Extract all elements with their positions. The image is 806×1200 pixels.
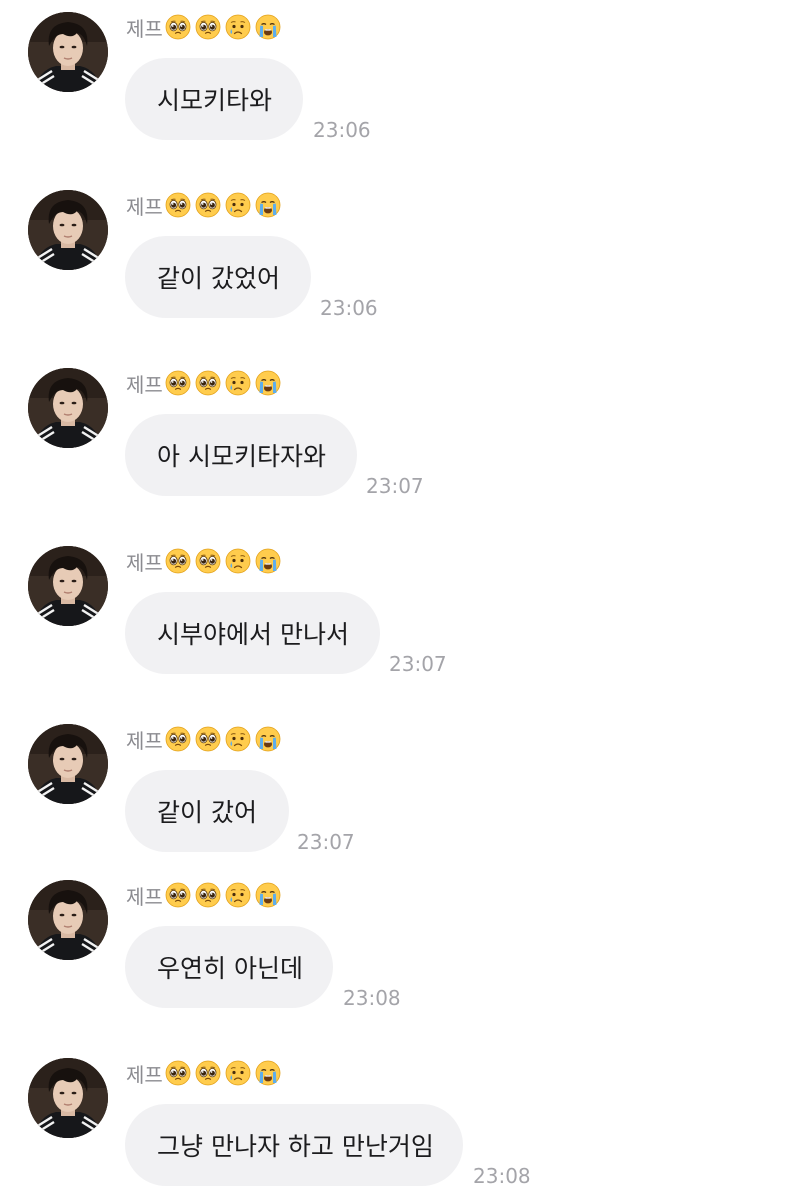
- sender-name: 제프: [126, 372, 163, 397]
- avatar[interactable]: [28, 190, 108, 270]
- pleading-face-icon: [165, 192, 191, 218]
- avatar[interactable]: [28, 546, 108, 626]
- sender-name: 제프: [126, 550, 163, 575]
- loudly-crying-face-icon: [255, 370, 281, 396]
- message-text: 같이 갔어: [157, 798, 257, 827]
- chat-message: 제프 같이 갔었어 23:06: [0, 190, 806, 330]
- crying-face-icon: [225, 548, 251, 574]
- pleading-face-icon: [165, 548, 191, 574]
- pleading-face-icon: [165, 726, 191, 752]
- crying-face-icon: [225, 14, 251, 40]
- message-timestamp: 23:06: [320, 296, 378, 320]
- avatar[interactable]: [28, 368, 108, 448]
- message-timestamp: 23:07: [366, 474, 424, 498]
- message-timestamp: 23:08: [343, 986, 401, 1010]
- crying-face-icon: [225, 726, 251, 752]
- loudly-crying-face-icon: [255, 548, 281, 574]
- sender-name-row: 제프: [126, 544, 285, 578]
- avatar[interactable]: [28, 12, 108, 92]
- sender-name-row: 제프: [126, 722, 285, 756]
- sender-name-row: 제프: [126, 878, 285, 912]
- crying-face-icon: [225, 882, 251, 908]
- pleading-face-icon: [165, 370, 191, 396]
- sender-name: 제프: [126, 194, 163, 219]
- message-text: 우연히 아닌데: [157, 954, 303, 983]
- message-bubble[interactable]: 시모키타와: [125, 58, 303, 140]
- pleading-face-icon: [195, 192, 221, 218]
- message-bubble[interactable]: 그냥 만나자 하고 만난거임: [125, 1104, 463, 1186]
- pleading-face-icon: [195, 14, 221, 40]
- avatar[interactable]: [28, 1058, 108, 1138]
- chat-message: 제프 아 시모키타자와 23:07: [0, 368, 806, 508]
- message-bubble[interactable]: 같이 갔었어: [125, 236, 311, 318]
- sender-name: 제프: [126, 728, 163, 753]
- message-text: 시모키타와: [157, 86, 273, 115]
- chat-message: 제프 시부야에서 만나서 23:07: [0, 546, 806, 686]
- message-timestamp: 23:07: [389, 652, 447, 676]
- message-text: 시부야에서 만나서: [157, 620, 349, 649]
- sender-name-row: 제프: [126, 10, 285, 44]
- pleading-face-icon: [165, 14, 191, 40]
- pleading-face-icon: [195, 370, 221, 396]
- pleading-face-icon: [195, 548, 221, 574]
- loudly-crying-face-icon: [255, 1060, 281, 1086]
- sender-name: 제프: [126, 884, 163, 909]
- avatar[interactable]: [28, 880, 108, 960]
- chat-message: 제프 그냥 만나자 하고 만난거임 23:08: [0, 1058, 806, 1198]
- message-bubble[interactable]: 우연히 아닌데: [125, 926, 333, 1008]
- sender-name-row: 제프: [126, 188, 285, 222]
- message-text: 그냥 만나자 하고 만난거임: [157, 1132, 434, 1161]
- sender-name-row: 제프: [126, 366, 285, 400]
- message-timestamp: 23:08: [473, 1164, 531, 1188]
- pleading-face-icon: [165, 1060, 191, 1086]
- sender-name: 제프: [126, 16, 163, 41]
- chat-message: 제프 시모키타와 23:06: [0, 12, 806, 152]
- chat-message: 제프 우연히 아닌데 23:08: [0, 880, 806, 1020]
- message-bubble[interactable]: 아 시모키타자와: [125, 414, 357, 496]
- message-timestamp: 23:06: [313, 118, 371, 142]
- crying-face-icon: [225, 1060, 251, 1086]
- message-timestamp: 23:07: [297, 830, 355, 854]
- crying-face-icon: [225, 192, 251, 218]
- pleading-face-icon: [195, 882, 221, 908]
- message-text: 같이 갔었어: [157, 264, 280, 293]
- avatar[interactable]: [28, 724, 108, 804]
- crying-face-icon: [225, 370, 251, 396]
- loudly-crying-face-icon: [255, 726, 281, 752]
- loudly-crying-face-icon: [255, 14, 281, 40]
- message-bubble[interactable]: 시부야에서 만나서: [125, 592, 380, 674]
- loudly-crying-face-icon: [255, 882, 281, 908]
- sender-name: 제프: [126, 1062, 163, 1087]
- pleading-face-icon: [165, 882, 191, 908]
- pleading-face-icon: [195, 1060, 221, 1086]
- chat-message: 제프 같이 갔어 23:07: [0, 724, 806, 864]
- pleading-face-icon: [195, 726, 221, 752]
- message-bubble[interactable]: 같이 갔어: [125, 770, 289, 852]
- sender-name-row: 제프: [126, 1056, 285, 1090]
- message-text: 아 시모키타자와: [157, 442, 326, 471]
- loudly-crying-face-icon: [255, 192, 281, 218]
